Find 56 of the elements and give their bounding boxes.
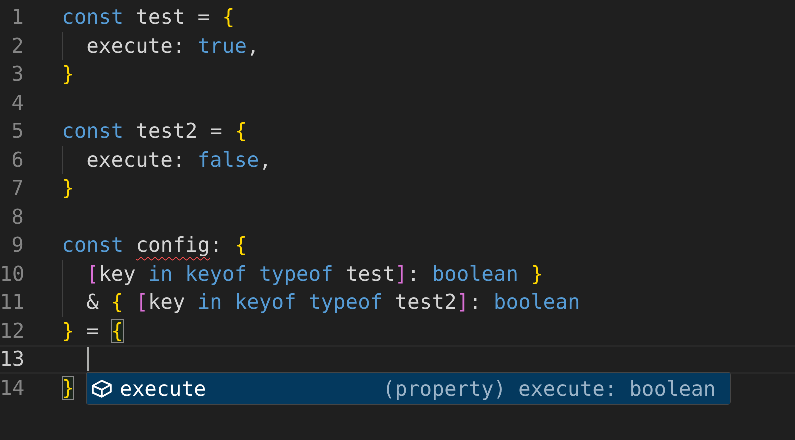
code-keyword: false — [198, 148, 260, 172]
code-bracket: } — [530, 262, 544, 286]
line-number: 5 — [10, 119, 24, 144]
code-text: config — [136, 233, 210, 258]
code-text: = — [86, 318, 100, 343]
code-text: execute: — [86, 148, 186, 172]
line-number: 12 — [0, 318, 24, 343]
code-text: & — [86, 290, 100, 314]
line-number: 11 — [0, 290, 24, 314]
code-text: : — [408, 262, 421, 286]
code-bracket: } — [62, 318, 74, 343]
line-number: 4 — [10, 90, 24, 115]
code-text: , — [247, 34, 260, 58]
code-text: execute: — [86, 34, 186, 58]
code-bracket: { — [111, 290, 125, 314]
code-keyword: const — [62, 233, 125, 258]
line-number: 6 — [10, 148, 24, 172]
code-text: : — [210, 233, 224, 258]
code-bracket: { — [222, 5, 235, 30]
code-bracket: { — [234, 233, 248, 258]
code-bracket: ] — [456, 290, 470, 314]
code-bracket: ] — [395, 262, 408, 286]
code-keyword: const — [62, 119, 124, 144]
code-bracket: } — [62, 376, 74, 400]
line-number: 8 — [10, 204, 24, 229]
line-number: 1 — [10, 5, 24, 30]
line-number: 13 — [0, 347, 24, 372]
code-keyword: in keyof typeof — [198, 290, 383, 314]
code-bracket: } — [62, 62, 74, 86]
code-keyword: boolean — [432, 262, 519, 286]
code-keyword: const — [62, 5, 124, 30]
code-bracket: [ — [86, 262, 99, 286]
line-number: 9 — [10, 233, 24, 258]
code-bracket: { — [111, 318, 124, 343]
code-bracket: { — [234, 119, 248, 144]
code-text: test2 — [394, 290, 457, 314]
code-keyword: in keyof typeof — [148, 262, 334, 286]
line-number: 10 — [0, 262, 24, 286]
code-text: , — [259, 148, 272, 172]
suggestion-item[interactable]: execute (property) execute: boolean — [87, 373, 730, 404]
code-bracket: [ — [136, 290, 148, 314]
text-cursor — [86, 347, 89, 372]
code-keyword: true — [198, 34, 248, 58]
code-text: test2 = — [135, 119, 224, 144]
code-keyword: boolean — [494, 290, 580, 314]
code-text: key — [98, 262, 137, 286]
line-number: 7 — [10, 176, 24, 200]
code-bracket: } — [62, 176, 74, 200]
line-number: 3 — [10, 62, 24, 86]
code-text: key — [148, 290, 186, 314]
line-number: 14 — [0, 376, 24, 400]
code-text: test — [344, 262, 396, 286]
line-number: 2 — [10, 34, 24, 58]
code-text: : — [469, 290, 483, 314]
code-text: test = — [135, 5, 212, 30]
cube-icon — [91, 378, 113, 398]
